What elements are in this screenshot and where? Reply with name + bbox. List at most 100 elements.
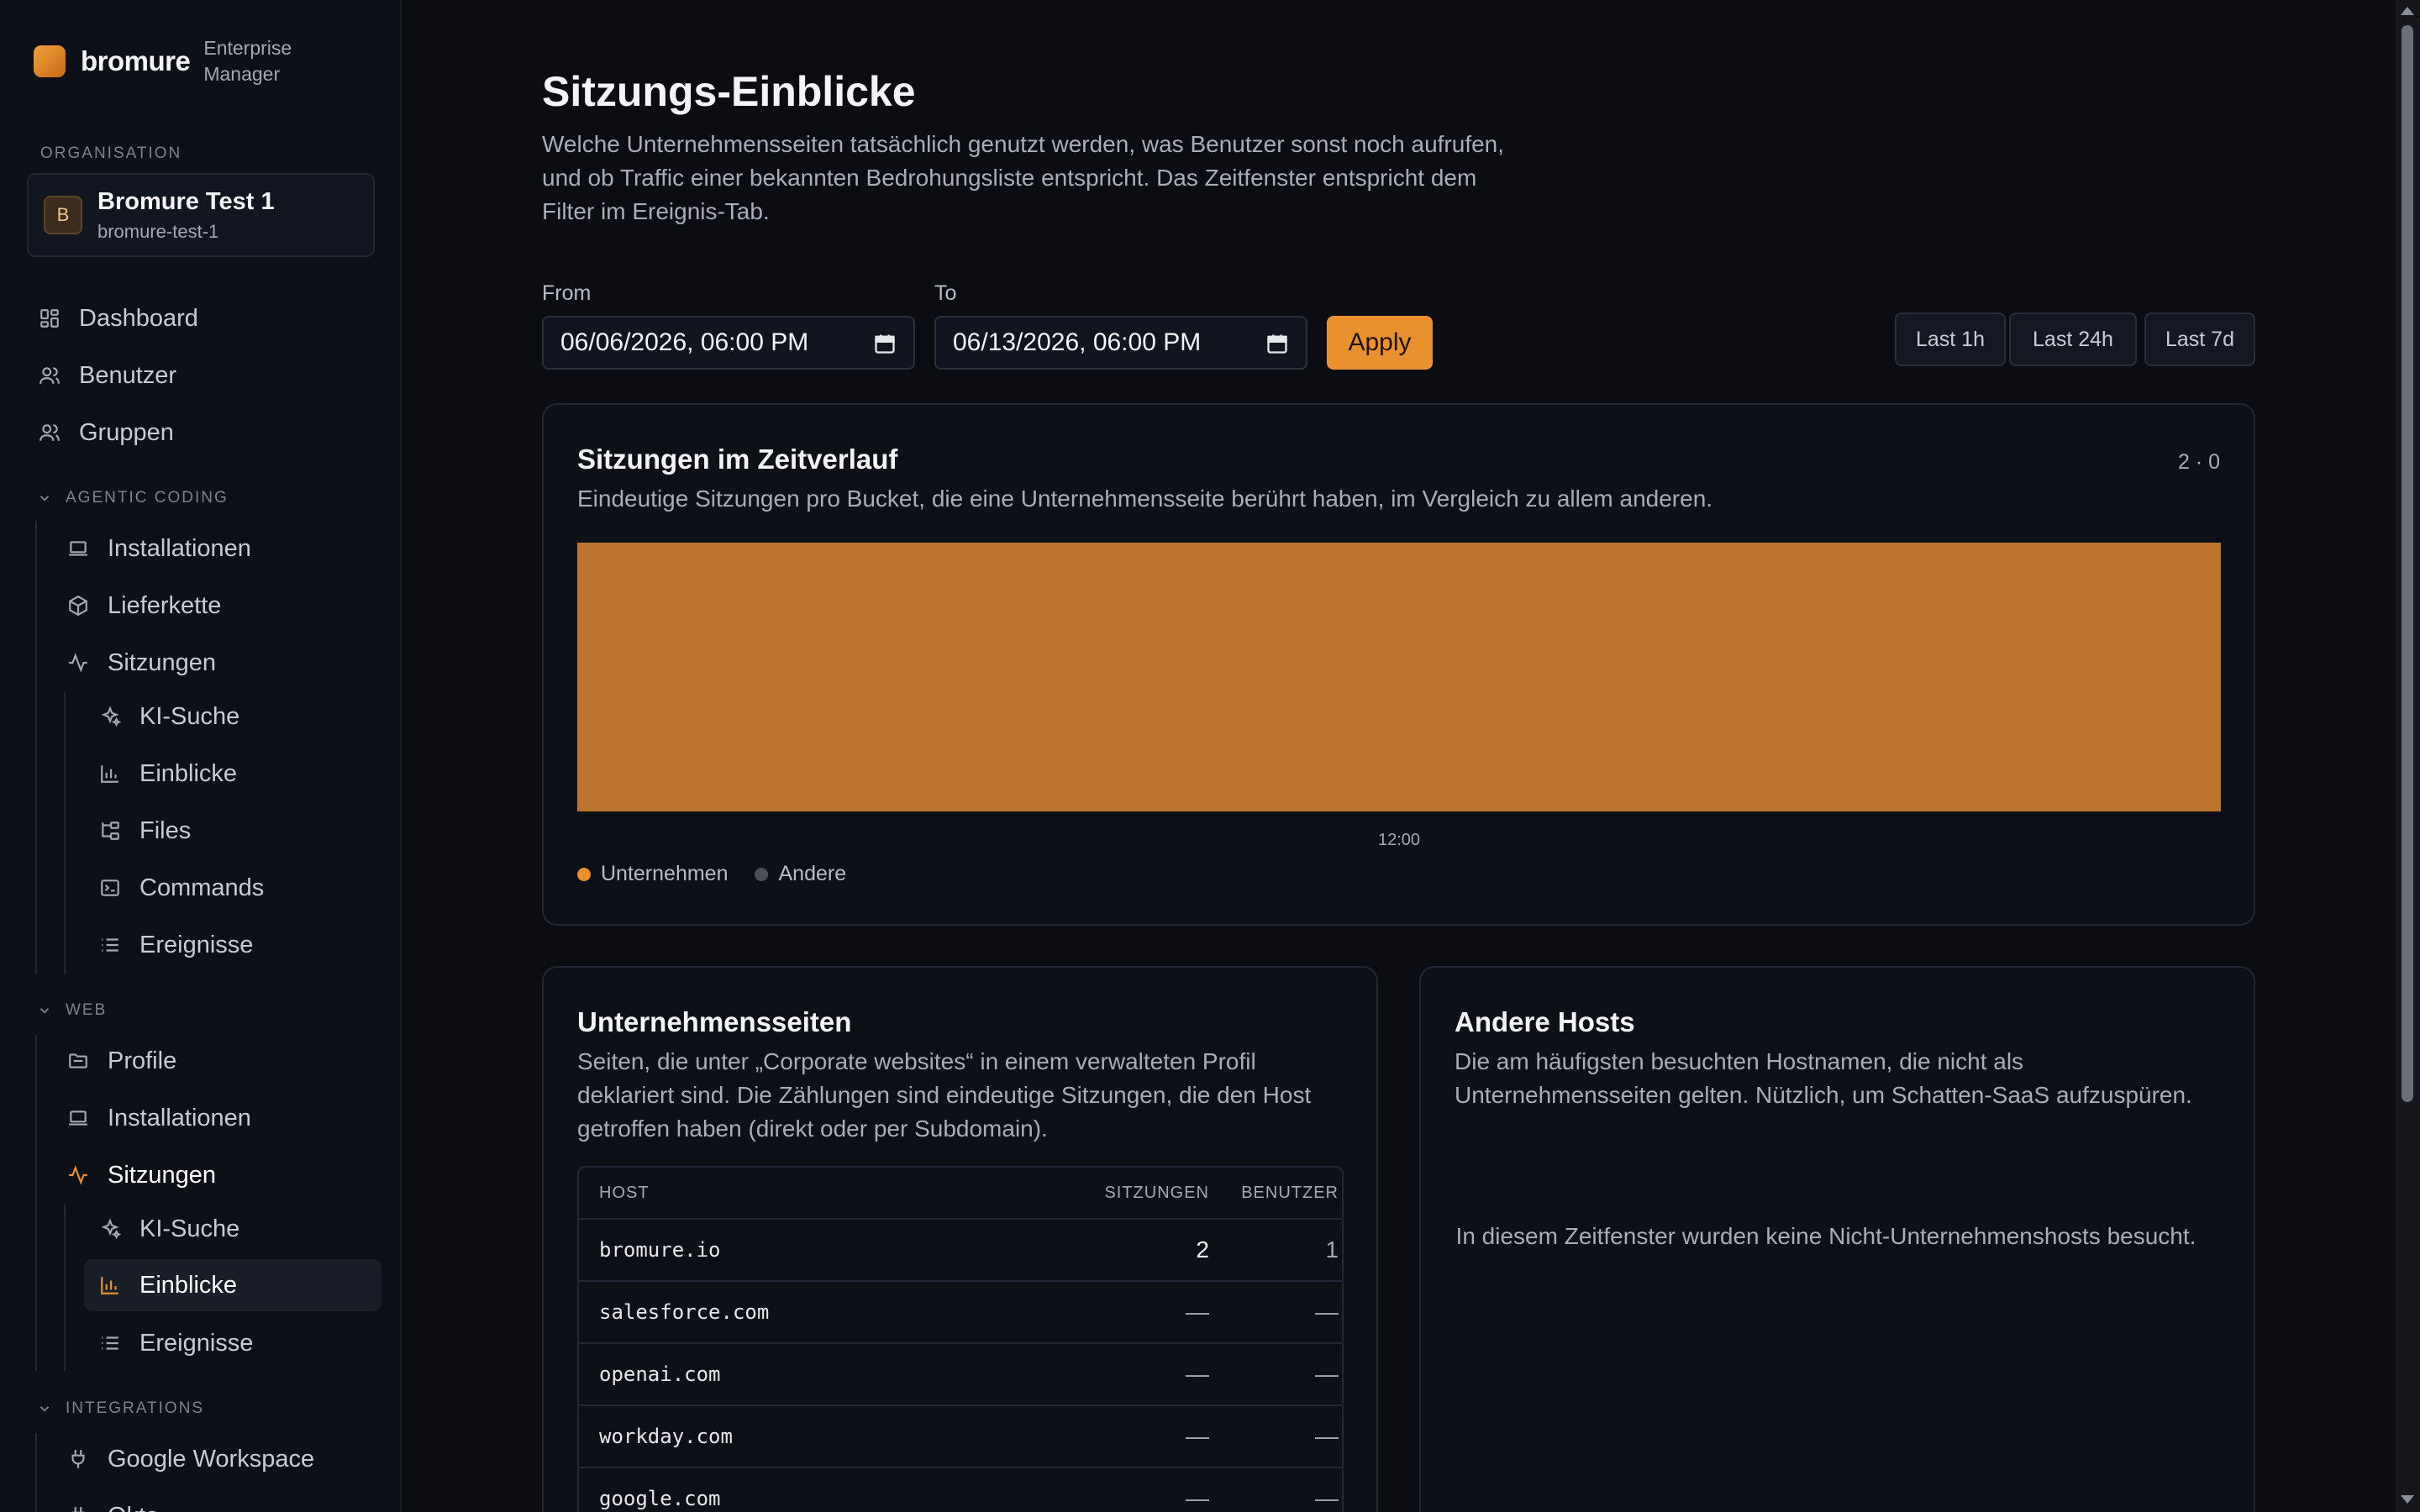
users-icon — [37, 363, 62, 388]
page-title: Sitzungs-Einblicke — [542, 68, 916, 115]
timeline-description: Eindeutige Sitzungen pro Bucket, die ein… — [577, 486, 1713, 512]
sidebar-item-label: Commands — [139, 874, 265, 901]
page-scrollbar[interactable] — [2395, 0, 2420, 1512]
corporate-title: Unternehmensseiten — [577, 1006, 852, 1037]
other-hosts-title: Andere Hosts — [1455, 1006, 1635, 1037]
table-row[interactable]: openai.com — — — [579, 1344, 1342, 1406]
sidebar-item-dashboard[interactable]: Dashboard — [37, 292, 198, 344]
legend-unternehmen: Unternehmen — [601, 862, 729, 885]
sidebar-item-agentic-sitzungen[interactable]: Sitzungen — [66, 637, 216, 689]
table-row[interactable]: salesforce.com — — — [579, 1282, 1342, 1344]
sessions-cell: 2 — [1196, 1236, 1209, 1263]
bar-chart-icon — [97, 1273, 123, 1298]
agentic-coding-group-toggle[interactable]: AGENTIC CODING — [37, 489, 229, 507]
to-date-input[interactable]: 06/13/2026, 06:00 PM — [934, 316, 1307, 370]
sidebar-item-web-einblicke[interactable]: Einblicke — [84, 1259, 381, 1311]
sidebar-item-web-installationen[interactable]: Installationen — [66, 1092, 251, 1144]
sidebar-item-label: Sitzungen — [108, 1161, 216, 1189]
sessions-cell: — — [1186, 1423, 1209, 1449]
sidebar-item-agentic-einblicke[interactable]: Einblicke — [97, 748, 237, 800]
sidebar-item-lieferkette[interactable]: Lieferkette — [66, 580, 221, 632]
sidebar-item-label: Benutzer — [79, 361, 177, 389]
to-date-value: 06/13/2026, 06:00 PM — [953, 328, 1202, 356]
bar-unternehmen-0[interactable] — [577, 543, 2221, 811]
legend-swatch-andere — [755, 867, 769, 881]
timeline-title: Sitzungen im Zeitverlauf — [577, 444, 898, 475]
sidebar-item-files[interactable]: Files — [97, 805, 191, 857]
sidebar-item-agentic-installationen[interactable]: Installationen — [66, 522, 251, 575]
folder-tree-icon — [97, 818, 123, 843]
sidebar-item-web-ki-suche[interactable]: KI-Suche — [97, 1203, 239, 1255]
sidebar-item-label: Einblicke — [139, 1271, 238, 1299]
scroll-up-arrow-icon[interactable] — [2401, 7, 2414, 15]
apply-button[interactable]: Apply — [1327, 316, 1433, 370]
folder-icon — [66, 1048, 91, 1074]
sidebar-item-web-ereignisse[interactable]: Ereignisse — [97, 1317, 253, 1369]
laptop-icon — [66, 1105, 91, 1131]
sidebar: bromure Enterprise Manager ORGANISATION … — [0, 0, 402, 1512]
sidebar-item-label: Ereignisse — [139, 1329, 254, 1357]
sidebar-item-label: KI-Suche — [139, 1215, 240, 1242]
corporate-description: Seiten, die unter „Corporate websites“ i… — [577, 1048, 1312, 1142]
to-label: To — [934, 281, 957, 305]
table-row[interactable]: google.com — — — [579, 1468, 1342, 1512]
brand-name: bromure — [81, 45, 191, 76]
corporate-sites-card: Unternehmensseiten Seiten, die unter „Co… — [542, 966, 1378, 1512]
chevron-down-icon — [39, 496, 50, 501]
org-slug: bromure-test-1 — [97, 220, 219, 242]
group-label: WEB — [66, 1001, 108, 1019]
group-divider — [35, 1433, 37, 1512]
table-header: HOST SITZUNGEN BENUTZER — [579, 1168, 1342, 1220]
timeline-chart: 12:00 — [577, 543, 2221, 849]
sidebar-item-commands[interactable]: Commands — [97, 862, 264, 914]
integrations-group-toggle[interactable]: INTEGRATIONS — [37, 1399, 204, 1418]
sidebar-item-label: Dashboard — [79, 304, 198, 332]
range-last-24h-button[interactable]: Last 24h — [2009, 312, 2137, 366]
sidebar-item-agentic-ereignisse[interactable]: Ereignisse — [97, 919, 253, 971]
sidebar-item-profile[interactable]: Profile — [66, 1035, 176, 1087]
from-label: From — [542, 281, 592, 305]
from-date-input[interactable]: 06/06/2026, 06:00 PM — [542, 316, 915, 370]
sidebar-item-benutzer[interactable]: Benutzer — [37, 349, 176, 402]
column-host[interactable]: HOST — [579, 1184, 1083, 1203]
sessions-cell: — — [1186, 1299, 1209, 1325]
sidebar-item-gruppen[interactable]: Gruppen — [37, 407, 174, 459]
column-benutzer[interactable]: BENUTZER — [1209, 1184, 1342, 1203]
scroll-down-arrow-icon[interactable] — [2401, 1495, 2414, 1504]
sidebar-item-label: Sitzungen — [108, 648, 216, 676]
table-row[interactable]: bromure.io 2 1 — [579, 1220, 1342, 1282]
sidebar-item-web-sitzungen[interactable]: Sitzungen — [66, 1149, 216, 1201]
terminal-icon — [97, 875, 123, 900]
range-last-7d-button[interactable]: Last 7d — [2144, 312, 2255, 366]
web-group-toggle[interactable]: WEB — [37, 1001, 107, 1020]
sidebar-item-google-workspace[interactable]: Google Workspace — [66, 1433, 314, 1485]
table-row[interactable]: workday.com — — — [579, 1406, 1342, 1468]
calendar-icon[interactable] — [873, 332, 897, 355]
chart-legend: Unternehmen Andere — [577, 862, 846, 886]
timeline-card: Sitzungen im Zeitverlauf 2 · 0 Eindeutig… — [542, 403, 2255, 926]
sidebar-item-agentic-ki-suche[interactable]: KI-Suche — [97, 690, 239, 743]
corporate-table: HOST SITZUNGEN BENUTZER bromure.io 2 1 s… — [577, 1166, 1344, 1512]
sidebar-item-label: KI-Suche — [139, 702, 240, 730]
users-cell: — — [1315, 1485, 1339, 1511]
sessions-cell: — — [1186, 1361, 1209, 1387]
sidebar-item-okta[interactable]: Okta — [66, 1490, 159, 1512]
group-divider — [35, 1035, 37, 1371]
host-cell: workday.com — [599, 1425, 733, 1448]
column-sitzungen[interactable]: SITZUNGEN — [1083, 1184, 1209, 1203]
brand[interactable]: bromure Enterprise Manager — [34, 34, 321, 89]
org-switcher[interactable]: B Bromure Test 1 bromure-test-1 — [27, 173, 375, 257]
list-icon — [97, 932, 123, 958]
page-description: Welche Unternehmensseiten tatsächlich ge… — [542, 131, 1505, 224]
range-last-1h-button[interactable]: Last 1h — [1895, 312, 2006, 366]
calendar-icon[interactable] — [1265, 332, 1289, 355]
host-cell: google.com — [599, 1487, 721, 1510]
dashboard-icon — [37, 306, 62, 331]
host-cell: openai.com — [599, 1362, 721, 1386]
organisation-label: ORGANISATION — [40, 144, 182, 162]
org-avatar: B — [44, 196, 82, 234]
plug-icon — [66, 1504, 91, 1512]
activity-icon — [66, 650, 91, 675]
scroll-thumb[interactable] — [2402, 25, 2413, 1102]
other-hosts-description: Die am häufigsten besuchten Hostnamen, d… — [1455, 1048, 2192, 1108]
